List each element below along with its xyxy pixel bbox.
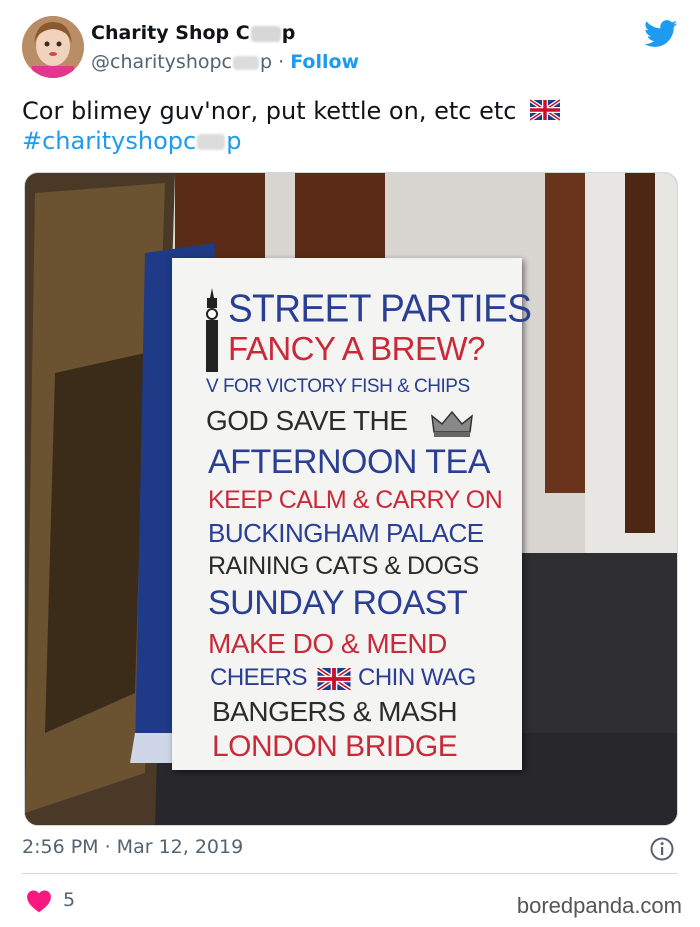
uk-flag-icon: [316, 668, 352, 690]
tweet-photo[interactable]: STREET PARTIES FANCY A BREW? V FOR VICTO…: [24, 172, 678, 826]
tweet-text: Cor blimey guv'nor, put kettle on, etc e…: [22, 96, 682, 156]
tweet-timestamp[interactable]: 2:56 PM · Mar 12, 2019: [22, 836, 243, 858]
sign-line: V FOR VICTORY FISH & CHIPS: [206, 376, 470, 397]
sign-line: FANCY A BREW?: [228, 330, 485, 367]
sign-line: BANGERS & MASH: [212, 696, 458, 727]
heart-icon[interactable]: [26, 889, 52, 913]
sign-line: GOD SAVE THE: [206, 405, 408, 436]
info-icon[interactable]: [649, 836, 675, 862]
sign-board: STREET PARTIES FANCY A BREW? V FOR VICTO…: [172, 258, 532, 770]
avatar[interactable]: [22, 16, 84, 78]
sign-line: RAINING CATS & DOGS: [208, 552, 479, 580]
censored-text: [233, 55, 259, 70]
display-name-start: Charity Shop C: [91, 22, 250, 44]
sign-line: STREET PARTIES: [228, 286, 532, 330]
sign-line: AFTERNOON TEA: [208, 443, 490, 481]
tweet-body: Cor blimey guv'nor, put kettle on, etc e…: [22, 97, 517, 125]
censored-text: [250, 25, 281, 42]
watermark: boredpanda.com: [516, 893, 682, 918]
handle-row: @charityshopc p · Follow: [91, 51, 359, 73]
uk-flag-icon: [530, 99, 561, 121]
handle-end[interactable]: p: [260, 51, 272, 73]
follow-button[interactable]: Follow: [290, 51, 359, 73]
sign-line: MAKE DO & MEND: [208, 628, 447, 659]
divider: [22, 873, 678, 874]
hashtag-link[interactable]: #charityshopc p: [22, 127, 241, 155]
sign-line: CHEERS: [210, 664, 308, 691]
separator: ·: [278, 51, 285, 73]
hashtag-start: #charityshopc: [22, 127, 197, 155]
twitter-bird-icon[interactable]: [644, 20, 678, 48]
censored-text: [197, 134, 226, 150]
hashtag-end: p: [226, 127, 242, 155]
big-ben-icon: [206, 288, 218, 372]
like-count[interactable]: 5: [63, 889, 75, 911]
sign-line: KEEP CALM & CARRY ON: [208, 486, 503, 514]
sign-line: LONDON BRIDGE: [212, 730, 458, 763]
display-name[interactable]: Charity Shop C p: [91, 22, 295, 44]
sign-line: CHIN WAG: [358, 664, 476, 691]
sign-line: SUNDAY ROAST: [208, 584, 468, 622]
sign-line: BUCKINGHAM PALACE: [208, 518, 484, 548]
crown-icon: [431, 410, 473, 437]
display-name-end: p: [281, 22, 296, 44]
handle-start[interactable]: @charityshopc: [91, 51, 232, 73]
